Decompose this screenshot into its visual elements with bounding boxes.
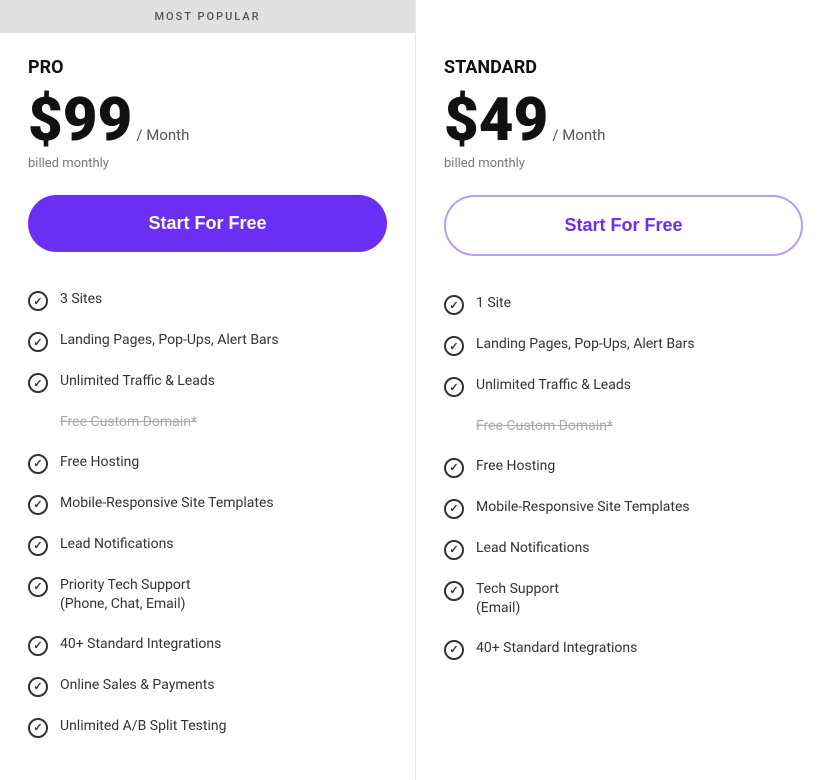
feature-item: Mobile-Responsive Site Templates — [444, 488, 803, 529]
price-amount: $49 — [444, 90, 548, 150]
feature-text: 40+ Standard Integrations — [60, 635, 221, 655]
features-list: 1 Site Landing Pages, Pop-Ups, Alert Bars… — [444, 284, 803, 670]
feature-text: Unlimited Traffic & Leads — [60, 372, 215, 392]
most-popular-banner: MOST POPULAR — [0, 0, 415, 33]
feature-text: Priority Tech Support(Phone, Chat, Email… — [60, 576, 191, 615]
feature-item: Landing Pages, Pop-Ups, Alert Bars — [28, 321, 387, 362]
price-period: / Month — [136, 126, 189, 144]
check-icon — [444, 540, 464, 560]
check-icon — [28, 677, 48, 697]
billing-info: billed monthly — [444, 156, 803, 171]
feature-text: Lead Notifications — [60, 535, 174, 555]
feature-item: Unlimited Traffic & Leads — [28, 362, 387, 403]
price-amount: $99 — [28, 90, 132, 150]
feature-text: Online Sales & Payments — [60, 676, 215, 696]
check-icon — [28, 577, 48, 597]
feature-item: Free Custom Domain* — [444, 407, 803, 447]
feature-item: Tech Support(Email) — [444, 570, 803, 629]
feature-item: Free Hosting — [444, 447, 803, 488]
feature-item: Unlimited A/B Split Testing — [28, 707, 387, 748]
feature-text: Landing Pages, Pop-Ups, Alert Bars — [476, 335, 695, 355]
check-icon — [28, 291, 48, 311]
check-icon — [444, 458, 464, 478]
feature-text: 1 Site — [476, 294, 511, 314]
check-icon — [444, 581, 464, 601]
feature-item: Landing Pages, Pop-Ups, Alert Bars — [444, 325, 803, 366]
cta-button-standard[interactable]: Start For Free — [444, 195, 803, 256]
feature-item: Online Sales & Payments — [28, 666, 387, 707]
price-period: / Month — [552, 126, 605, 144]
feature-text: Unlimited A/B Split Testing — [60, 717, 226, 737]
plan-name: STANDARD — [444, 57, 803, 78]
feature-text: Free Hosting — [60, 453, 139, 473]
plan-card-standard: STANDARD $49/ Month billed monthly Start Fo… — [416, 0, 831, 780]
check-icon — [28, 332, 48, 352]
check-icon — [444, 336, 464, 356]
feature-item: Priority Tech Support(Phone, Chat, Email… — [28, 566, 387, 625]
check-icon — [28, 454, 48, 474]
feature-item: Lead Notifications — [28, 525, 387, 566]
feature-text: Tech Support(Email) — [476, 580, 559, 619]
feature-text: Mobile-Responsive Site Templates — [476, 498, 690, 518]
feature-item: Unlimited Traffic & Leads — [444, 366, 803, 407]
plan-card-pro: MOST POPULAR PRO $99/ Month billed monthly S… — [0, 0, 416, 780]
feature-item: 3 Sites — [28, 280, 387, 321]
billing-info: billed monthly — [28, 156, 387, 171]
plan-price: $99/ Month — [28, 90, 387, 150]
check-icon — [28, 373, 48, 393]
check-icon — [28, 495, 48, 515]
pricing-container: MOST POPULARPRO$99/ Monthbilled monthlyS… — [0, 0, 831, 780]
check-icon — [28, 636, 48, 656]
feature-item: Free Hosting — [28, 443, 387, 484]
plan-name: PRO — [28, 57, 387, 78]
check-icon — [444, 499, 464, 519]
plan-price: $49/ Month — [444, 90, 803, 150]
feature-text: 3 Sites — [60, 290, 102, 310]
feature-text: Unlimited Traffic & Leads — [476, 376, 631, 396]
feature-item: Lead Notifications — [444, 529, 803, 570]
feature-item: 40+ Standard Integrations — [28, 625, 387, 666]
feature-text-strikethrough: Free Custom Domain* — [60, 413, 197, 433]
check-icon — [444, 295, 464, 315]
check-icon — [444, 640, 464, 660]
check-icon — [444, 377, 464, 397]
check-icon — [28, 718, 48, 738]
feature-text-strikethrough: Free Custom Domain* — [476, 417, 613, 437]
cta-button-pro[interactable]: Start For Free — [28, 195, 387, 252]
feature-text: 40+ Standard Integrations — [476, 639, 637, 659]
feature-text: Landing Pages, Pop-Ups, Alert Bars — [60, 331, 279, 351]
check-icon — [28, 536, 48, 556]
feature-item: 1 Site — [444, 284, 803, 325]
feature-text: Mobile-Responsive Site Templates — [60, 494, 274, 514]
feature-item: 40+ Standard Integrations — [444, 629, 803, 670]
feature-text: Lead Notifications — [476, 539, 590, 559]
features-list: 3 Sites Landing Pages, Pop-Ups, Alert Bar… — [28, 280, 387, 748]
feature-item: Free Custom Domain* — [28, 403, 387, 443]
feature-text: Free Hosting — [476, 457, 555, 477]
feature-item: Mobile-Responsive Site Templates — [28, 484, 387, 525]
